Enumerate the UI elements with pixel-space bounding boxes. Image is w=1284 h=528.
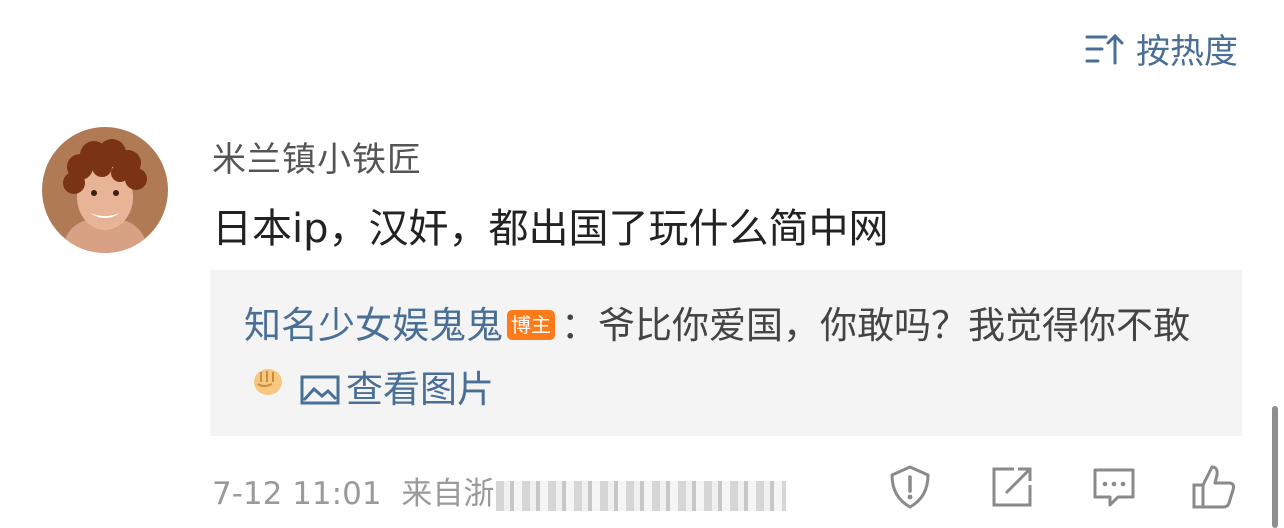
comment-icon[interactable] xyxy=(1090,463,1138,511)
comment-source: 来自浙 xyxy=(401,476,495,512)
reply-text: ：爷比你爱国，你敢吗？我觉得你不敢 xyxy=(561,304,1190,347)
reply-username[interactable]: 知名少女娱鬼鬼 xyxy=(244,304,503,347)
sort-by-popularity-button[interactable]: 按热度 xyxy=(1084,24,1238,73)
comment-actions xyxy=(884,463,1244,513)
sort-label: 按热度 xyxy=(1136,32,1238,72)
avatar-illustration xyxy=(42,127,168,253)
sort-icon xyxy=(1085,33,1124,64)
scrollbar[interactable] xyxy=(1272,406,1278,528)
comment-time: 7-12 11:01 xyxy=(212,476,382,512)
author-badge: 博主 xyxy=(507,309,555,340)
blurred-location xyxy=(496,480,787,511)
comment-text: 日本ip，汉奸，都出国了玩什么简中网 xyxy=(212,206,889,252)
report-icon[interactable] xyxy=(886,463,934,511)
fist-emoji-icon xyxy=(250,356,286,416)
comment-username[interactable]: 米兰镇小铁匠 xyxy=(212,132,422,181)
image-icon xyxy=(300,375,340,405)
comment-meta: 7-12 11:01 来自浙 xyxy=(212,468,787,513)
view-image-label: 查看图片 xyxy=(346,368,494,411)
like-icon[interactable] xyxy=(1190,463,1238,511)
avatar[interactable] xyxy=(42,127,168,253)
share-icon[interactable] xyxy=(988,463,1036,511)
reply-content: 知名少女娱鬼鬼 博主 ：爷比你爱国，你敢吗？我觉得你不敢 查看图片 xyxy=(244,296,1224,424)
view-image-link[interactable]: 查看图片 xyxy=(300,360,494,420)
reply-preview[interactable]: 知名少女娱鬼鬼 博主 ：爷比你爱国，你敢吗？我觉得你不敢 查看图片 xyxy=(210,270,1242,436)
